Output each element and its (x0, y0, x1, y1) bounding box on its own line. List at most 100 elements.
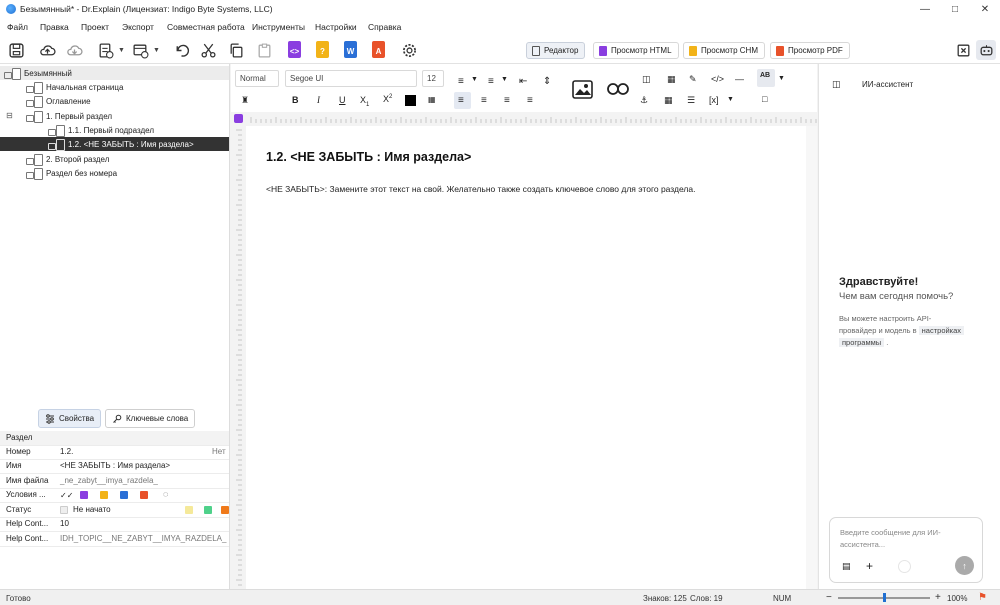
settings-link-2[interactable]: программы (839, 338, 885, 347)
prop-number-none[interactable]: Нет (212, 447, 226, 456)
attach-file-icon[interactable]: ▤ (842, 561, 851, 572)
cond-chm-icon[interactable] (100, 491, 108, 501)
comment-icon[interactable]: □ (762, 94, 767, 104)
export-pdf-icon[interactable]: A (372, 41, 385, 58)
assistant-toggle-button[interactable] (976, 40, 996, 60)
menu-collaboration[interactable]: Совместная работа (167, 22, 245, 32)
tree-item-toc[interactable]: Оглавление (0, 94, 229, 108)
underline-icon[interactable]: U (339, 95, 346, 105)
superscript-icon[interactable]: X2 (383, 94, 392, 104)
highlight-icon[interactable]: ▦ (428, 95, 436, 104)
mode-chm-button[interactable]: Просмотр CHM (683, 42, 765, 59)
cond-pdf-icon[interactable] (140, 491, 148, 501)
chevron-down-icon[interactable]: ▼ (501, 76, 508, 83)
model-icon[interactable] (898, 560, 911, 573)
chevron-down-icon[interactable]: ▼ (118, 47, 125, 54)
snippet-icon[interactable]: ✎ (689, 74, 697, 85)
video-icon[interactable]: ◫ (642, 74, 651, 85)
chevron-down-icon[interactable]: ▼ (153, 47, 160, 54)
ruler-corner-icon[interactable] (234, 114, 243, 123)
copy-button[interactable] (226, 40, 246, 60)
editor-scrollbar[interactable] (806, 126, 817, 589)
tab-properties[interactable]: Свойства (38, 409, 102, 428)
menu-export[interactable]: Экспорт (122, 22, 154, 32)
bullet-list-icon[interactable]: ≡ (458, 76, 464, 87)
cut-button[interactable] (198, 40, 218, 60)
cond-html-icon[interactable] (80, 491, 88, 501)
message-input[interactable]: Введите сообщение для ИИ-ассистента... (840, 527, 970, 551)
maximize-button[interactable]: □ (940, 0, 970, 18)
prop-conditions[interactable]: Условия ... ✓✓ ◌ (0, 488, 229, 503)
download-button[interactable] (64, 40, 84, 60)
send-button[interactable]: ↑ (955, 556, 974, 575)
minimize-button[interactable]: — (910, 0, 940, 18)
menu-file[interactable]: Файл (7, 22, 28, 32)
mode-editor-button[interactable]: Редактор (526, 42, 586, 59)
settings-link[interactable]: настройках (918, 326, 965, 335)
prop-number-value[interactable]: 1.2. (60, 447, 73, 456)
prop-number[interactable]: Номер 1.2. Нет (0, 445, 229, 460)
zoom-in-button[interactable]: + (935, 592, 941, 603)
prop-file-value[interactable]: _ne_zabyt__imya_razdela_ (60, 476, 158, 485)
menu-edit[interactable]: Правка (40, 22, 69, 32)
mode-pdf-button[interactable]: Просмотр PDF (770, 42, 850, 59)
paste-button[interactable] (254, 40, 274, 60)
status-orange-icon[interactable] (221, 506, 229, 516)
prop-help-context-value[interactable]: 10 (60, 519, 69, 528)
menu-help[interactable]: Справка (368, 22, 401, 32)
tree-item-unnumbered[interactable]: Раздел без номера (0, 166, 229, 180)
add-icon[interactable]: + (866, 559, 873, 573)
tree-item-section-1[interactable]: 1. Первый раздел (0, 109, 229, 123)
close-panel-button[interactable] (953, 40, 973, 60)
numbered-list-icon[interactable]: ≡ (488, 76, 494, 87)
tree-item-subsection-1-2[interactable]: 1.2. <НЕ ЗАБЫТЬ : Имя раздела> (0, 137, 229, 151)
tree-item-section-2[interactable]: 2. Второй раздел (0, 152, 229, 166)
status-yellow-icon[interactable] (185, 506, 193, 516)
prop-file-name[interactable]: Имя файла _ne_zabyt__imya_razdela_ (0, 474, 229, 489)
align-left-icon[interactable]: ≡ (458, 95, 464, 106)
menu-tools[interactable]: Инструменты (252, 22, 305, 32)
export-chm-icon[interactable]: ? (316, 41, 329, 58)
panel-layout-icon[interactable]: ◫ (832, 79, 841, 90)
cond-word-icon[interactable] (120, 491, 128, 501)
line-spacing-icon[interactable]: ⇕ (543, 76, 551, 87)
export-word-icon[interactable]: W (344, 41, 357, 58)
document-body[interactable]: <НЕ ЗАБЫТЬ>: Замените этот текст на свой… (266, 184, 695, 194)
variable-icon[interactable]: [x] (709, 95, 719, 105)
subscript-icon[interactable]: X1 (360, 95, 369, 108)
close-button[interactable]: ✕ (970, 0, 1000, 18)
nodes-icon[interactable]: ◌ (163, 489, 168, 499)
upload-button[interactable] (37, 40, 57, 60)
tab-keywords[interactable]: Ключевые слова (105, 409, 196, 428)
zoom-out-button[interactable]: − (826, 592, 832, 603)
table-insert-icon[interactable]: ▦ (664, 95, 673, 106)
document-title[interactable]: 1.2. <НЕ ЗАБЫТЬ : Имя раздела> (266, 150, 471, 164)
prop-name[interactable]: Имя <НЕ ЗАБЫТЬ : Имя раздела> (0, 459, 229, 474)
insert-link-icon[interactable] (607, 82, 629, 96)
outdent-icon[interactable]: ⇤ (519, 76, 527, 87)
anchor-icon[interactable]: ⚓ (640, 95, 648, 106)
mode-html-button[interactable]: Просмотр HTML (593, 42, 679, 59)
bell-icon[interactable]: ⚑ (978, 592, 987, 603)
text-color-icon[interactable] (405, 95, 416, 106)
document-page[interactable]: 1.2. <НЕ ЗАБЫТЬ : Имя раздела> <НЕ ЗАБЫТ… (246, 126, 817, 589)
prop-help-context-id-value[interactable]: IDH_TOPIC__NE_ZABYT__IMYA_RAZDELA_ (60, 534, 226, 543)
code-icon[interactable]: </> (711, 74, 724, 84)
tree-item-start-page[interactable]: Начальная страница (0, 80, 229, 94)
status-green-icon[interactable] (204, 506, 212, 516)
save-button[interactable] (6, 40, 26, 60)
undo-button[interactable] (171, 40, 191, 60)
settings-button[interactable] (399, 40, 419, 60)
tree-item-root[interactable]: Безымянный (0, 66, 229, 80)
font-size-select[interactable]: 12 (422, 70, 444, 87)
prop-help-context[interactable]: Help Cont... 10 (0, 517, 229, 532)
tree-item-subsection-1-1[interactable]: 1.1. Первый подраздел (0, 123, 229, 137)
menu-project[interactable]: Проект (81, 22, 109, 32)
bold-icon[interactable]: B (292, 95, 299, 105)
export-html-icon[interactable]: <> (288, 41, 301, 58)
prop-help-context-id[interactable]: Help Cont... IDH_TOPIC__NE_ZABYT__IMYA_RA… (0, 532, 229, 547)
align-center-icon[interactable]: ≡ (481, 95, 487, 106)
align-right-icon[interactable]: ≡ (504, 95, 510, 106)
menu-settings[interactable]: Настройки (315, 22, 357, 32)
add-section-button[interactable] (130, 40, 150, 60)
